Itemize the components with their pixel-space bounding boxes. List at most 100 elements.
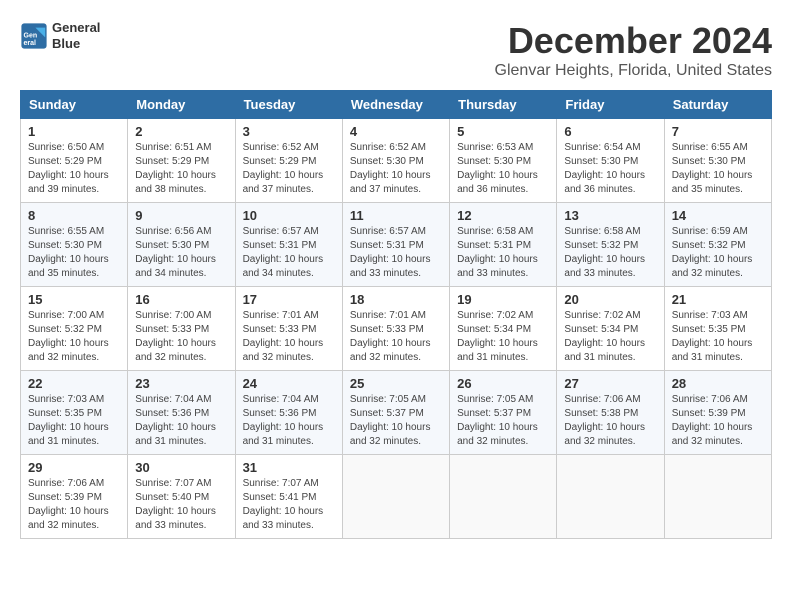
day-number: 18 [350,292,442,307]
day-number: 12 [457,208,549,223]
day-number: 29 [28,460,120,475]
day-number: 11 [350,208,442,223]
day-number: 4 [350,124,442,139]
calendar-cell: 1 Sunrise: 6:50 AM Sunset: 5:29 PM Daylig… [21,119,128,203]
week-row-3: 15Sunrise: 7:00 AM Sunset: 5:32 PM Dayli… [21,287,772,371]
calendar-cell: 20 Sunrise: 7:02 AM Sunset: 5:34 PM Dayli… [557,287,664,371]
calendar-cell: 9 Sunrise: 6:56 AM Sunset: 5:30 PM Daylig… [128,203,235,287]
title-section: December 2024 Glenvar Heights, Florida, … [495,20,772,80]
calendar-cell: 13 Sunrise: 6:58 AM Sunset: 5:32 PM Dayli… [557,203,664,287]
calendar-cell [664,455,771,539]
day-number: 26 [457,376,549,391]
day-info: Sunrise: 7:00 AM Sunset: 5:33 PM Dayligh… [135,309,227,365]
day-number: 22 [28,376,120,391]
column-header-monday: Monday [128,91,235,119]
calendar-cell: 24 Sunrise: 7:04 AM Sunset: 5:36 PM Dayli… [235,371,342,455]
day-number: 31 [243,460,335,475]
day-info: Sunrise: 7:02 AM Sunset: 5:34 PM Dayligh… [564,309,656,365]
day-info: Sunrise: 6:50 AM Sunset: 5:29 PM Dayligh… [28,141,120,197]
calendar-cell: 18 Sunrise: 7:01 AM Sunset: 5:33 PM Dayli… [342,287,449,371]
calendar-cell [450,455,557,539]
day-number: 21 [672,292,764,307]
day-info: Sunrise: 7:06 AM Sunset: 5:39 PM Dayligh… [672,393,764,449]
column-header-tuesday: Tuesday [235,91,342,119]
day-info: Sunrise: 7:07 AM Sunset: 5:41 PM Dayligh… [243,477,335,533]
day-info: Sunrise: 7:05 AM Sunset: 5:37 PM Dayligh… [350,393,442,449]
day-number: 9 [135,208,227,223]
day-number: 24 [243,376,335,391]
day-info: Sunrise: 6:52 AM Sunset: 5:30 PM Dayligh… [350,141,442,197]
day-info: Sunrise: 7:06 AM Sunset: 5:39 PM Dayligh… [28,477,120,533]
logo: Gen eral General Blue [20,20,100,51]
week-row-2: 8 Sunrise: 6:55 AM Sunset: 5:30 PM Daylig… [21,203,772,287]
day-info: Sunrise: 6:58 AM Sunset: 5:32 PM Dayligh… [564,225,656,281]
calendar-cell: 14Sunrise: 6:59 AM Sunset: 5:32 PM Dayli… [664,203,771,287]
calendar-cell: 16 Sunrise: 7:00 AM Sunset: 5:33 PM Dayli… [128,287,235,371]
day-info: Sunrise: 7:04 AM Sunset: 5:36 PM Dayligh… [243,393,335,449]
calendar-cell: 21 Sunrise: 7:03 AM Sunset: 5:35 PM Dayli… [664,287,771,371]
day-info: Sunrise: 7:03 AM Sunset: 5:35 PM Dayligh… [28,393,120,449]
day-info: Sunrise: 7:04 AM Sunset: 5:36 PM Dayligh… [135,393,227,449]
logo-text: General Blue [52,20,100,51]
calendar-table: SundayMondayTuesdayWednesdayThursdayFrid… [20,90,772,539]
day-number: 2 [135,124,227,139]
calendar-body: 1 Sunrise: 6:50 AM Sunset: 5:29 PM Daylig… [21,119,772,539]
day-info: Sunrise: 6:57 AM Sunset: 5:31 PM Dayligh… [243,225,335,281]
calendar-cell: 5Sunrise: 6:53 AM Sunset: 5:30 PM Daylig… [450,119,557,203]
day-number: 7 [672,124,764,139]
day-number: 14 [672,208,764,223]
week-row-5: 29 Sunrise: 7:06 AM Sunset: 5:39 PM Dayli… [21,455,772,539]
page-wrapper: Gen eral General Blue December 2024 Glen… [20,20,772,539]
calendar-cell [342,455,449,539]
day-number: 10 [243,208,335,223]
day-info: Sunrise: 7:06 AM Sunset: 5:38 PM Dayligh… [564,393,656,449]
calendar-cell: 28 Sunrise: 7:06 AM Sunset: 5:39 PM Dayli… [664,371,771,455]
week-row-1: 1 Sunrise: 6:50 AM Sunset: 5:29 PM Daylig… [21,119,772,203]
calendar-cell: 31 Sunrise: 7:07 AM Sunset: 5:41 PM Dayli… [235,455,342,539]
column-header-sunday: Sunday [21,91,128,119]
day-info: Sunrise: 7:03 AM Sunset: 5:35 PM Dayligh… [672,309,764,365]
calendar-title: December 2024 [495,20,772,62]
day-number: 19 [457,292,549,307]
day-number: 27 [564,376,656,391]
calendar-subtitle: Glenvar Heights, Florida, United States [495,62,772,80]
calendar-cell: 11 Sunrise: 6:57 AM Sunset: 5:31 PM Dayli… [342,203,449,287]
day-info: Sunrise: 7:01 AM Sunset: 5:33 PM Dayligh… [350,309,442,365]
day-number: 28 [672,376,764,391]
day-number: 13 [564,208,656,223]
calendar-cell [557,455,664,539]
day-number: 23 [135,376,227,391]
svg-text:eral: eral [24,40,37,47]
column-header-wednesday: Wednesday [342,91,449,119]
day-number: 8 [28,208,120,223]
day-info: Sunrise: 6:58 AM Sunset: 5:31 PM Dayligh… [457,225,549,281]
day-info: Sunrise: 6:52 AM Sunset: 5:29 PM Dayligh… [243,141,335,197]
day-number: 15 [28,292,120,307]
day-info: Sunrise: 6:56 AM Sunset: 5:30 PM Dayligh… [135,225,227,281]
column-header-saturday: Saturday [664,91,771,119]
column-header-friday: Friday [557,91,664,119]
calendar-cell: 12 Sunrise: 6:58 AM Sunset: 5:31 PM Dayli… [450,203,557,287]
day-number: 25 [350,376,442,391]
svg-text:Gen: Gen [24,32,38,39]
day-info: Sunrise: 6:57 AM Sunset: 5:31 PM Dayligh… [350,225,442,281]
day-number: 20 [564,292,656,307]
day-info: Sunrise: 7:05 AM Sunset: 5:37 PM Dayligh… [457,393,549,449]
day-info: Sunrise: 6:51 AM Sunset: 5:29 PM Dayligh… [135,141,227,197]
day-info: Sunrise: 6:53 AM Sunset: 5:30 PM Dayligh… [457,141,549,197]
day-info: Sunrise: 7:01 AM Sunset: 5:33 PM Dayligh… [243,309,335,365]
day-info: Sunrise: 6:55 AM Sunset: 5:30 PM Dayligh… [672,141,764,197]
week-row-4: 22 Sunrise: 7:03 AM Sunset: 5:35 PM Dayli… [21,371,772,455]
calendar-cell: 29 Sunrise: 7:06 AM Sunset: 5:39 PM Dayli… [21,455,128,539]
day-number: 1 [28,124,120,139]
calendar-cell: 3Sunrise: 6:52 AM Sunset: 5:29 PM Daylig… [235,119,342,203]
calendar-cell: 7 Sunrise: 6:55 AM Sunset: 5:30 PM Daylig… [664,119,771,203]
day-number: 16 [135,292,227,307]
calendar-cell: 30Sunrise: 7:07 AM Sunset: 5:40 PM Dayli… [128,455,235,539]
day-info: Sunrise: 6:55 AM Sunset: 5:30 PM Dayligh… [28,225,120,281]
day-number: 6 [564,124,656,139]
calendar-cell: 17Sunrise: 7:01 AM Sunset: 5:33 PM Dayli… [235,287,342,371]
calendar-cell: 4 Sunrise: 6:52 AM Sunset: 5:30 PM Daylig… [342,119,449,203]
calendar-cell: 25 Sunrise: 7:05 AM Sunset: 5:37 PM Dayli… [342,371,449,455]
calendar-cell: 2 Sunrise: 6:51 AM Sunset: 5:29 PM Daylig… [128,119,235,203]
